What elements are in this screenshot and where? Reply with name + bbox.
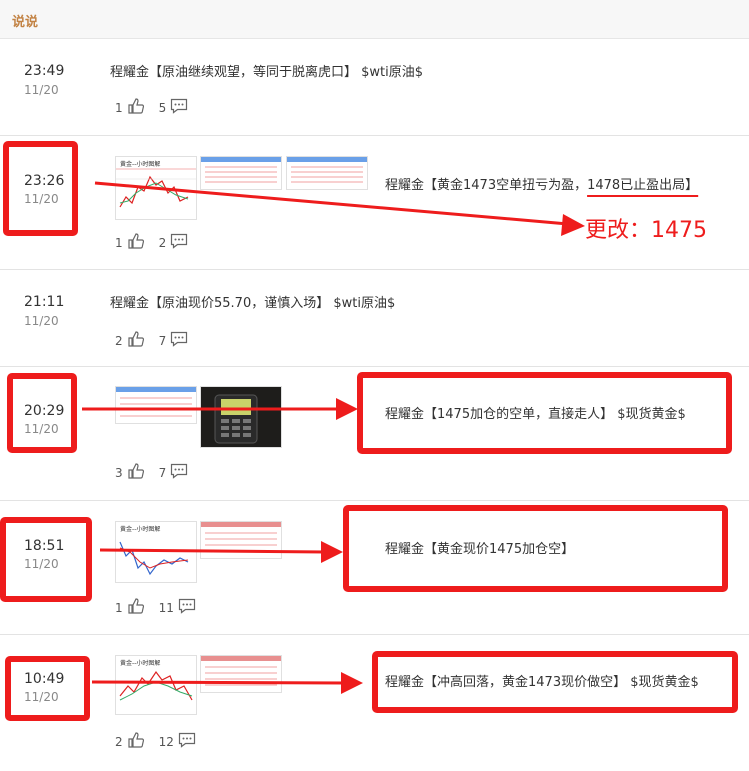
post-image[interactable] xyxy=(200,386,282,448)
comment-bubble-icon xyxy=(170,233,188,252)
post-row: 23:26 11/20 黄金--小时图解 程耀金【黄金1473空单扭亏为盈，14… xyxy=(0,136,749,270)
annotation-box-text xyxy=(372,651,738,713)
annotation-box-time xyxy=(7,373,77,453)
post-date: 11/20 xyxy=(24,83,59,97)
thumbs-up-icon xyxy=(127,731,145,752)
post-actions: 1 2 xyxy=(115,232,202,253)
comment-bubble-icon xyxy=(170,98,188,117)
like-count: 2 xyxy=(115,333,123,348)
comment-button[interactable]: 5 xyxy=(159,98,189,117)
annotation-box-text xyxy=(343,505,728,592)
comment-count: 7 xyxy=(158,465,167,480)
annotation-box-time xyxy=(5,656,90,721)
post-image[interactable] xyxy=(115,386,197,424)
post-row: 21:11 11/20 程耀金【原油现价55.70，谨慎入场】 $wti原油$ … xyxy=(0,270,749,367)
comment-button[interactable]: 11 xyxy=(159,598,196,617)
post-image[interactable] xyxy=(200,521,282,559)
like-button[interactable]: 3 xyxy=(115,462,145,483)
thumbs-up-icon xyxy=(127,232,145,253)
like-count: 2 xyxy=(115,734,123,749)
like-count: 1 xyxy=(115,235,123,250)
post-text[interactable]: 程耀金【原油现价55.70，谨慎入场】 $wti原油$ xyxy=(110,292,395,311)
like-button[interactable]: 2 xyxy=(115,731,145,752)
comment-button[interactable]: 2 xyxy=(159,233,189,252)
comment-bubble-icon xyxy=(178,598,196,617)
page-header: 说说 xyxy=(0,0,749,39)
post-image[interactable] xyxy=(200,655,282,693)
like-button[interactable]: 1 xyxy=(115,97,145,118)
post-row: 23:49 11/20 程耀金【原油继续观望，等同于脱离虎口】 $wti原油$ … xyxy=(0,39,749,136)
comment-button[interactable]: 7 xyxy=(159,463,189,482)
post-actions: 1 5 xyxy=(115,97,202,118)
like-button[interactable]: 1 xyxy=(115,597,145,618)
post-time: 23:49 xyxy=(24,63,65,79)
comment-count: 2 xyxy=(158,235,167,250)
post-image[interactable] xyxy=(286,156,368,190)
post-image[interactable]: 黄金--小时图解 xyxy=(115,521,197,583)
thumbs-up-icon xyxy=(127,330,145,351)
post-image[interactable]: 黄金--小时图解 xyxy=(115,156,197,220)
annotation-box-text xyxy=(357,372,732,454)
annotation-edit-note: 更改：1475 xyxy=(585,218,707,243)
page-title: 说说 xyxy=(12,15,39,30)
annotation-box-time xyxy=(0,517,92,602)
comment-count: 12 xyxy=(158,734,174,749)
comment-count: 11 xyxy=(158,600,174,615)
comment-bubble-icon xyxy=(178,732,196,751)
thumb-caption: 黄金--小时图解 xyxy=(120,660,161,667)
like-button[interactable]: 1 xyxy=(115,232,145,253)
comment-bubble-icon xyxy=(170,331,188,350)
post-actions: 3 7 xyxy=(115,462,202,483)
post-actions: 2 7 xyxy=(115,330,202,351)
comment-count: 7 xyxy=(158,333,167,348)
comment-count: 5 xyxy=(158,100,167,115)
thumbs-up-icon xyxy=(127,462,145,483)
like-count: 3 xyxy=(115,465,123,480)
thumb-caption: 黄金--小时图解 xyxy=(120,161,161,168)
thumb-caption: 黄金--小时图解 xyxy=(120,526,161,533)
post-actions: 1 11 xyxy=(115,597,210,618)
post-text-underlined: 1478已止盈出局】 xyxy=(587,178,699,193)
comment-bubble-icon xyxy=(170,463,188,482)
like-count: 1 xyxy=(115,100,123,115)
annotation-box-time xyxy=(3,141,78,236)
thumbs-up-icon xyxy=(127,97,145,118)
comment-button[interactable]: 7 xyxy=(159,331,189,350)
post-actions: 2 12 xyxy=(115,731,210,752)
comment-button[interactable]: 12 xyxy=(159,732,196,751)
post-text[interactable]: 程耀金【原油继续观望，等同于脱离虎口】 $wti原油$ xyxy=(110,61,423,80)
like-count: 1 xyxy=(115,600,123,615)
post-image[interactable] xyxy=(200,156,282,190)
thumbs-up-icon xyxy=(127,597,145,618)
post-date: 11/20 xyxy=(24,314,59,328)
post-text[interactable]: 程耀金【黄金1473空单扭亏为盈，1478已止盈出局】 xyxy=(385,174,698,193)
post-text-main: 程耀金【黄金1473空单扭亏为盈， xyxy=(385,178,588,193)
like-button[interactable]: 2 xyxy=(115,330,145,351)
post-time: 21:11 xyxy=(24,294,65,310)
post-image[interactable]: 黄金--小时图解 xyxy=(115,655,197,715)
